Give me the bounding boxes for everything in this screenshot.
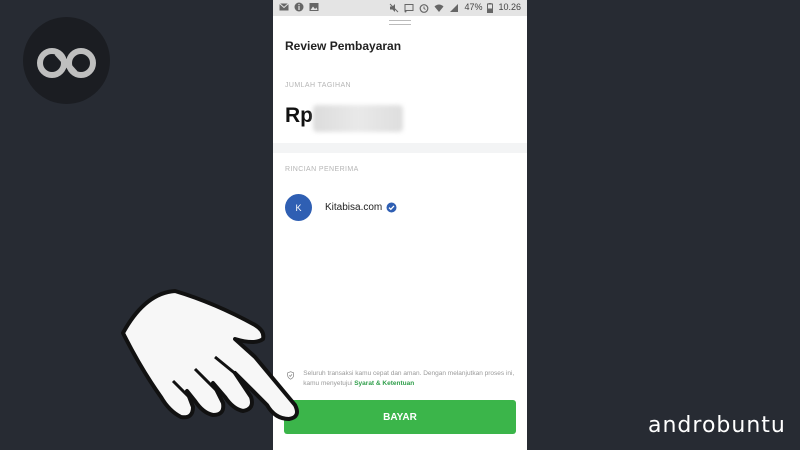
alarm-icon xyxy=(420,3,429,13)
recipient-row: K Kitabisa.com xyxy=(285,194,397,221)
phone-screen: 47% 10.26 Review Pembayaran JUMLAH TAGIH… xyxy=(273,0,527,450)
recipient-name: Kitabisa.com xyxy=(325,202,383,213)
cast-icon xyxy=(404,3,414,12)
amount-value-redacted xyxy=(313,105,403,132)
verified-badge-icon xyxy=(386,202,397,213)
terms-link[interactable]: Syarat & Ketentuan xyxy=(354,380,414,387)
mute-icon xyxy=(390,3,399,12)
battery-icon xyxy=(487,2,494,13)
wifi-icon xyxy=(434,4,444,12)
consent-notice: Seluruh transaksi kamu cepat dan aman. D… xyxy=(287,369,517,389)
pointing-hand-icon xyxy=(121,289,299,421)
pay-button[interactable]: BAYAR xyxy=(284,400,516,434)
recipient-label: RINCIAN PENERIMA xyxy=(285,166,359,173)
amount-label: JUMLAH TAGIHAN xyxy=(285,82,352,89)
watermark: androbuntu xyxy=(648,413,786,438)
avatar: K xyxy=(285,194,312,221)
amount-currency: Rp xyxy=(285,104,313,127)
battery-percent: 47% xyxy=(464,2,483,12)
image-icon xyxy=(309,3,319,11)
infinity-logo-icon xyxy=(37,48,96,78)
signal-icon xyxy=(450,3,459,12)
section-divider xyxy=(273,143,527,153)
channel-logo xyxy=(23,17,110,104)
clock: 10.26 xyxy=(498,2,521,12)
sheet-drag-handle[interactable] xyxy=(389,20,411,25)
status-bar: 47% 10.26 xyxy=(273,0,527,16)
info-icon xyxy=(294,2,304,12)
page-title: Review Pembayaran xyxy=(285,39,402,53)
mail-icon xyxy=(279,3,289,11)
